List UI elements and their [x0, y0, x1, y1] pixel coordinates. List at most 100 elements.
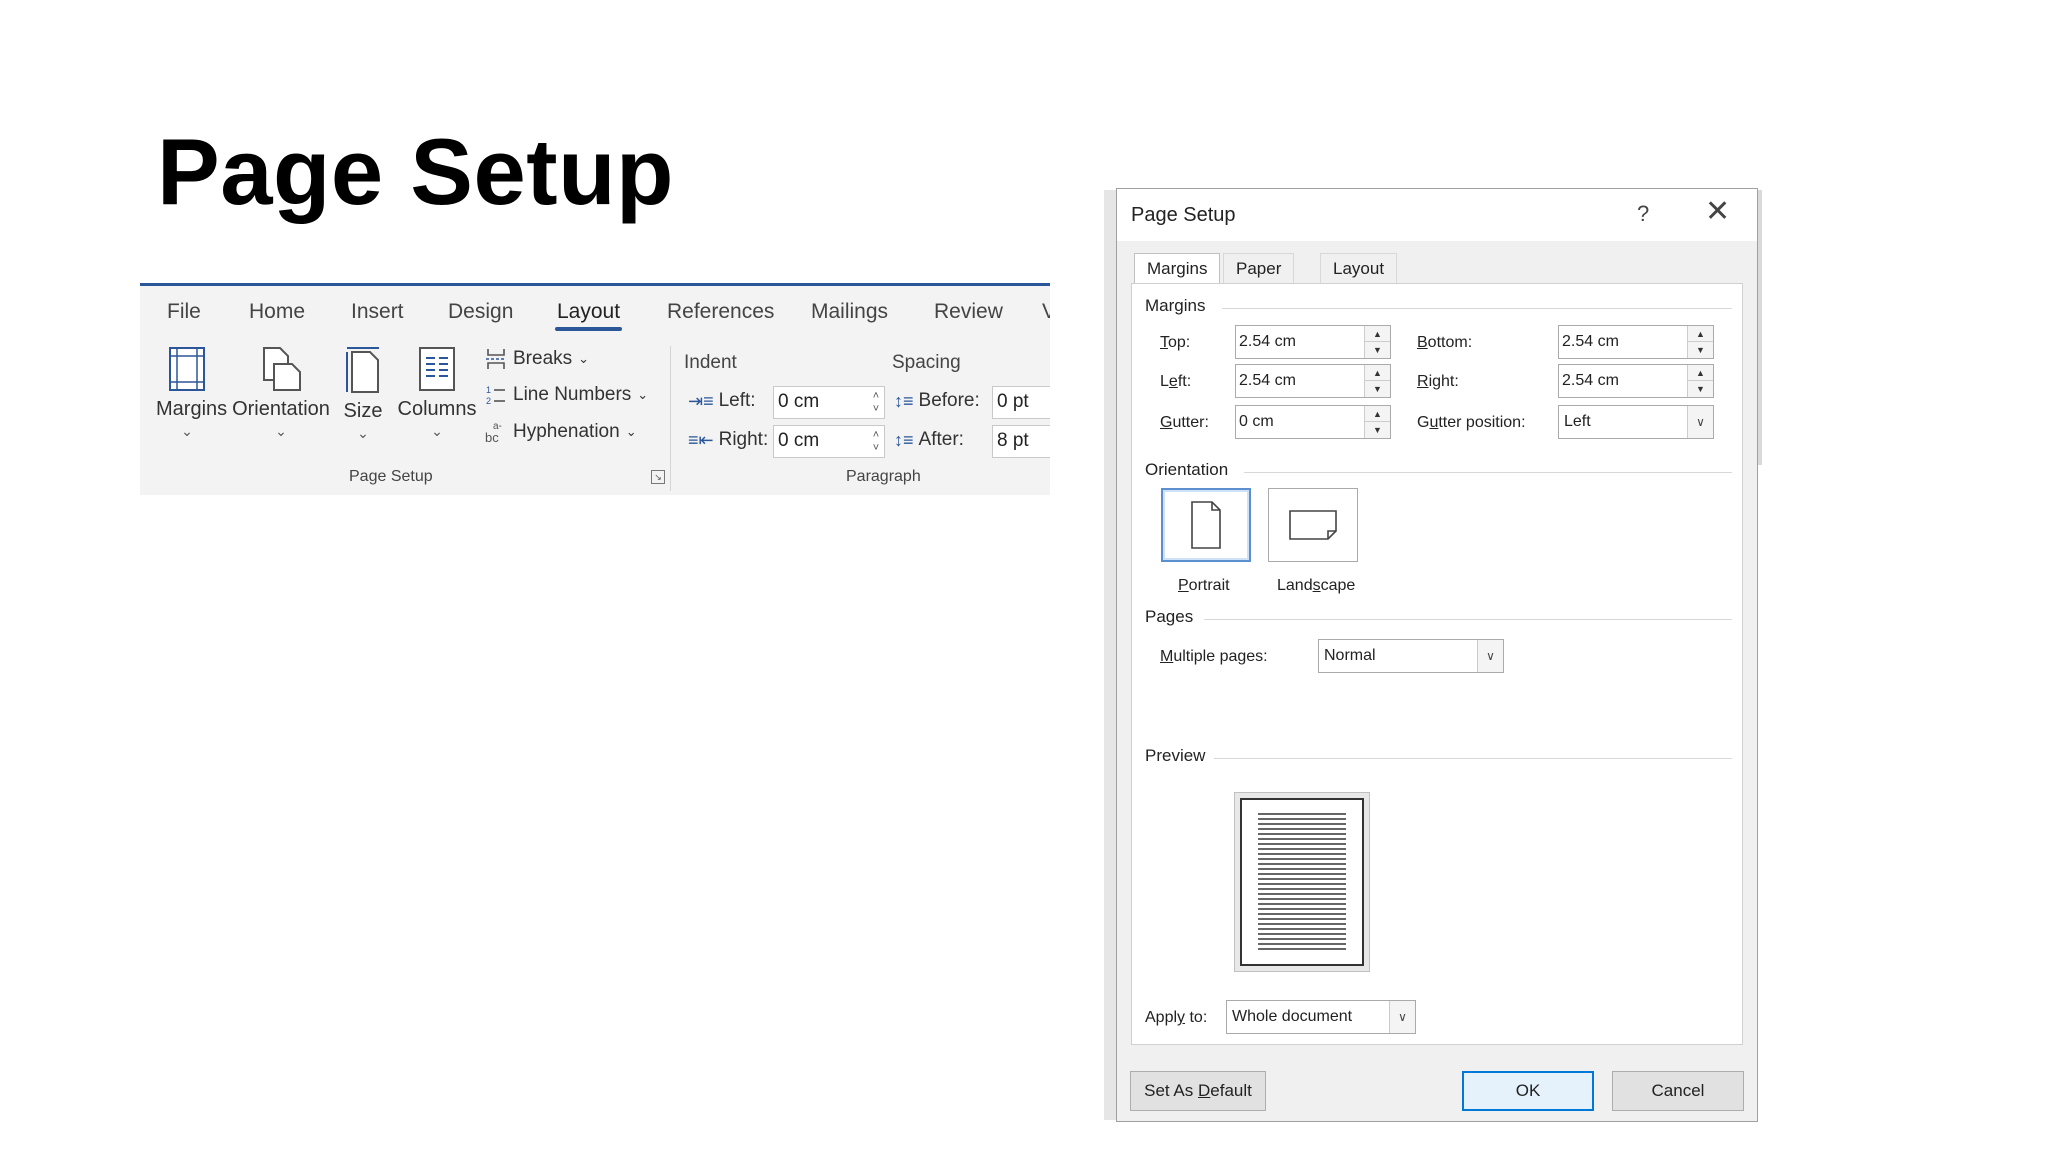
chevron-down-icon[interactable]: ∨: [1687, 406, 1713, 438]
chevron-down-icon: ⌄: [275, 423, 287, 439]
preview-section-label: Preview: [1145, 746, 1206, 765]
margins-section-label: Margins: [1145, 296, 1206, 315]
orientation-section-label: Orientation: [1145, 460, 1229, 479]
section-divider: [1214, 758, 1732, 759]
indent-right-spinner-icon[interactable]: ˄ ˅: [869, 429, 883, 455]
spacing-after-icon: ↕≡: [894, 429, 914, 450]
indent-right-label: ≡⇤ Right:: [688, 429, 768, 451]
right-margin-value: 2.54 cm: [1562, 372, 1619, 389]
tab-review[interactable]: Review: [934, 300, 1003, 324]
spinner-arrows-icon[interactable]: ▲ ▼: [1687, 365, 1713, 397]
hyphenation-label: Hyphenation: [513, 421, 620, 442]
columns-label: Columns: [397, 398, 477, 420]
margins-button[interactable]: Margins ⌄: [156, 346, 227, 440]
orientation-button[interactable]: Orientation ⌄: [232, 346, 330, 440]
spacing-heading: Spacing: [892, 352, 961, 373]
portrait-page-icon: [1191, 501, 1221, 549]
size-button[interactable]: Size ⌄: [338, 346, 388, 442]
line-numbers-icon: 1 2: [486, 385, 505, 406]
close-icon[interactable]: ✕: [1705, 197, 1730, 227]
gutter-value: 0 cm: [1239, 413, 1274, 430]
right-margin-input[interactable]: 2.54 cm ▲ ▼: [1558, 364, 1714, 398]
bottom-margin-input[interactable]: 2.54 cm ▲ ▼: [1558, 325, 1714, 359]
breaks-button[interactable]: Breaks ⌄: [485, 348, 589, 370]
dialog-title: Page Setup: [1131, 204, 1236, 226]
line-numbers-label: Line Numbers: [513, 384, 632, 405]
tab-home[interactable]: Home: [249, 300, 305, 324]
tab-paper[interactable]: Paper: [1223, 253, 1295, 283]
indent-left-spinner-icon[interactable]: ˄ ˅: [869, 390, 883, 416]
margins-tab-panel: Margins Top: 2.54 cm ▲ ▼ Bottom: 2.54 cm …: [1131, 283, 1743, 1045]
indent-heading: Indent: [684, 352, 737, 373]
gutter-position-value: Left: [1564, 413, 1591, 430]
portrait-label: Portrait: [1178, 577, 1230, 594]
gutter-input[interactable]: 0 cm ▲ ▼: [1235, 405, 1391, 439]
breaks-icon: [486, 349, 506, 369]
ribbon-tab-bar: File Home Insert Design Layout Reference…: [140, 286, 1050, 336]
tab-file[interactable]: File: [167, 300, 201, 324]
tab-margins[interactable]: Margins: [1134, 253, 1221, 283]
tab-layout-dialog[interactable]: Layout: [1320, 253, 1398, 283]
page-preview: [1234, 792, 1370, 972]
apply-to-select[interactable]: Whole document ∨: [1226, 1000, 1416, 1034]
spacing-before-label: ↕≡ Before:: [894, 390, 980, 412]
line-numbers-button[interactable]: 1 2 Line Numbers ⌄: [485, 384, 648, 406]
hyphenation-icon: a- bc: [485, 421, 502, 444]
spinner-arrows-icon[interactable]: ▲ ▼: [1364, 326, 1390, 358]
spacing-after-text: After:: [918, 429, 964, 450]
section-divider: [1204, 619, 1732, 620]
multiple-pages-select[interactable]: Normal ∨: [1318, 639, 1504, 673]
top-margin-input[interactable]: 2.54 cm ▲ ▼: [1235, 325, 1391, 359]
portrait-button[interactable]: [1161, 488, 1251, 562]
page-size-icon: [346, 347, 379, 393]
columns-icon: [419, 347, 455, 391]
tab-mailings[interactable]: Mailings: [811, 300, 888, 324]
spinner-arrows-icon[interactable]: ▲ ▼: [1364, 406, 1390, 438]
hyphenation-button[interactable]: a- bc Hyphenation ⌄: [485, 420, 637, 444]
help-icon[interactable]: ?: [1637, 201, 1649, 227]
margins-icon: [169, 347, 205, 391]
tab-layout[interactable]: Layout: [554, 300, 623, 331]
columns-button[interactable]: Columns ⌄: [397, 346, 477, 440]
spacing-before-icon: ↕≡: [894, 390, 914, 411]
chevron-down-icon[interactable]: ∨: [1477, 640, 1503, 672]
paragraph-group-label: Paragraph: [846, 468, 921, 485]
gutter-position-select[interactable]: Left ∨: [1558, 405, 1714, 439]
cancel-button[interactable]: Cancel: [1612, 1071, 1744, 1111]
tab-design[interactable]: Design: [448, 300, 513, 324]
top-margin-value: 2.54 cm: [1239, 333, 1296, 350]
landscape-button[interactable]: [1268, 488, 1358, 562]
chevron-down-icon: ⌄: [637, 387, 649, 402]
chevron-down-icon: ⌄: [625, 424, 637, 439]
spacing-before-text: Before:: [918, 390, 980, 411]
spinner-arrows-icon[interactable]: ▲ ▼: [1687, 326, 1713, 358]
set-as-default-button[interactable]: Set As Default: [1130, 1071, 1266, 1111]
gutter-label: Gutter:: [1160, 414, 1209, 431]
section-divider: [1244, 472, 1732, 473]
landscape-label: Landscape: [1277, 577, 1356, 594]
apply-to-value: Whole document: [1232, 1008, 1353, 1025]
indent-right-text: Right:: [718, 429, 769, 450]
chevron-down-icon: ⌄: [357, 425, 369, 441]
background-window-edge: [1104, 190, 1116, 1120]
indent-left-label: ⇥≡ Left:: [688, 390, 756, 412]
chevron-down-icon: ⌄: [578, 351, 590, 366]
gutter-position-label: Gutter position:: [1417, 414, 1526, 431]
chevron-down-icon[interactable]: ∨: [1389, 1001, 1415, 1033]
slide-title: Page Setup: [157, 119, 674, 224]
left-margin-input[interactable]: 2.54 cm ▲ ▼: [1235, 364, 1391, 398]
landscape-page-icon: [1289, 510, 1337, 540]
svg-text:bc: bc: [485, 430, 499, 444]
spacing-after-input[interactable]: 8 pt: [992, 425, 1050, 458]
tab-insert[interactable]: Insert: [351, 300, 404, 324]
multiple-pages-label: Multiple pages:: [1160, 648, 1268, 665]
indent-left-text: Left:: [718, 390, 756, 411]
tab-view[interactable]: V: [1042, 300, 1050, 324]
page-setup-dialog-launcher-icon[interactable]: ↘: [651, 470, 665, 484]
pages-section-label: Pages: [1145, 607, 1194, 626]
svg-text:1: 1: [486, 385, 491, 395]
spacing-before-input[interactable]: 0 pt: [992, 386, 1050, 419]
ok-button[interactable]: OK: [1462, 1071, 1594, 1111]
spinner-arrows-icon[interactable]: ▲ ▼: [1364, 365, 1390, 397]
tab-references[interactable]: References: [667, 300, 774, 324]
